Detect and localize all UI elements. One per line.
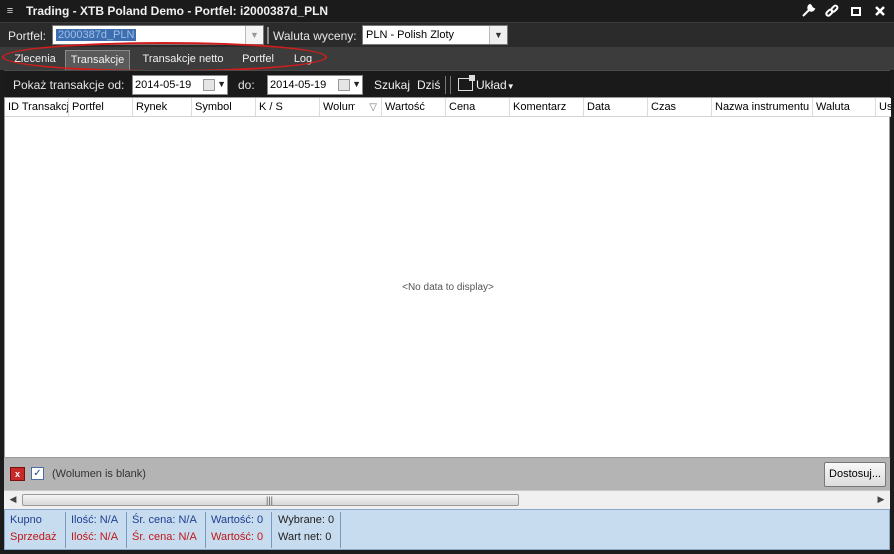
divider: [267, 27, 269, 44]
scrollbar-thumb[interactable]: |||: [22, 494, 519, 506]
divider: [445, 76, 446, 94]
date-to-input[interactable]: 2014-05-19 ▼: [267, 75, 363, 95]
chevron-down-icon[interactable]: ▼: [245, 26, 263, 44]
column-header[interactable]: Nazwa instrumentu: [712, 98, 813, 116]
search-button[interactable]: Szukaj: [374, 78, 410, 92]
sort-indicator-icon: ▽: [369, 102, 377, 113]
window-controls: [800, 3, 888, 19]
column-header[interactable]: Czas: [648, 98, 712, 116]
column-header-label: Wolumen: [323, 101, 355, 113]
chevron-down-icon[interactable]: ▼: [489, 26, 507, 44]
filter-enabled-checkbox[interactable]: ✓: [31, 467, 44, 480]
waluta-select-value: PLN - Polish Zloty: [366, 29, 455, 41]
waluta-label: Waluta wyceny:: [273, 29, 357, 43]
title-bar: ≡ Trading - XTB Poland Demo - Portfel: i…: [0, 0, 894, 22]
summary-panel: Kupno Ilość: N/A Śr. cena: N/A Wartość: …: [4, 509, 890, 550]
scroll-left-icon[interactable]: ◀: [6, 494, 20, 506]
empty-grid-message: <No data to display>: [402, 282, 494, 293]
waluta-select[interactable]: PLN - Polish Zloty ▼: [362, 25, 508, 45]
clear-filter-icon[interactable]: x: [10, 467, 25, 481]
date-to-value: 2014-05-19: [270, 79, 327, 91]
column-header[interactable]: Komentarz: [510, 98, 584, 116]
restore-icon[interactable]: [848, 3, 864, 19]
transactions-grid: ID Transakcji Portfel Rynek Symbol K / S…: [4, 97, 891, 458]
calendar-icon[interactable]: [338, 79, 350, 91]
chevron-down-icon[interactable]: ▼: [217, 79, 226, 89]
chevron-down-icon[interactable]: ▼: [352, 79, 361, 89]
window-title: Trading - XTB Poland Demo - Portfel: i20…: [26, 4, 329, 18]
buy-quantity: Ilość: N/A: [71, 514, 119, 526]
date-from-value: 2014-05-19: [135, 79, 192, 91]
sell-quantity: Ilość: N/A: [71, 531, 119, 543]
buy-label: Kupno: [10, 514, 42, 526]
buy-avg-price: Śr. cena: N/A: [132, 514, 197, 526]
filter-toolbar: Pokaż transakcje od: 2014-05-19 ▼ do: 20…: [4, 70, 890, 97]
column-header[interactable]: Data: [584, 98, 648, 116]
sell-avg-price: Śr. cena: N/A: [132, 531, 197, 543]
scroll-right-icon[interactable]: ▶: [874, 494, 888, 506]
buy-summary-row: Kupno Ilość: N/A Śr. cena: N/A Wartość: …: [5, 513, 891, 530]
tab-zlecenia[interactable]: Zlecenia: [6, 50, 64, 70]
column-header[interactable]: Symbol: [192, 98, 256, 116]
column-header[interactable]: Wartość: [382, 98, 446, 116]
close-icon[interactable]: [872, 3, 888, 19]
sell-value: Wartość: 0: [211, 531, 264, 543]
divider: [450, 76, 451, 94]
tab-transakcje-netto[interactable]: Transakcje netto: [135, 50, 231, 70]
column-header[interactable]: Us: [876, 98, 891, 116]
column-header[interactable]: Rynek: [133, 98, 192, 116]
column-header[interactable]: Cena: [446, 98, 510, 116]
column-header[interactable]: K / S: [256, 98, 320, 116]
tab-portfel[interactable]: Portfel: [235, 50, 281, 70]
portfel-label: Portfel:: [8, 29, 47, 43]
grid-header: ID Transakcji Portfel Rynek Symbol K / S…: [5, 98, 891, 117]
tab-bar: Zlecenia Transakcje Transakcje netto Por…: [0, 47, 894, 70]
grip-icon: |||: [266, 495, 274, 505]
selected-count: Wybrane: 0: [278, 514, 335, 526]
today-button[interactable]: Dziś: [417, 78, 440, 92]
portfolio-row: Portfel: 2000387d_PLN ▼ Waluta wyceny: P…: [0, 22, 894, 47]
tab-transakcje[interactable]: Transakcje: [65, 50, 130, 70]
date-from-label: Pokaż transakcje od:: [13, 78, 125, 92]
date-to-label: do:: [238, 78, 255, 92]
horizontal-scrollbar[interactable]: ◀ ||| ▶: [4, 490, 890, 509]
filter-status-bar: x ✓ (Wolumen is blank) Dostosuj...: [4, 458, 890, 490]
buy-value: Wartość: 0: [211, 514, 264, 526]
portfel-select[interactable]: 2000387d_PLN ▼: [52, 25, 264, 45]
calendar-icon[interactable]: [203, 79, 215, 91]
sell-label: Sprzedaż: [10, 531, 57, 543]
customize-button[interactable]: Dostosuj...: [824, 462, 886, 487]
column-header[interactable]: Waluta: [813, 98, 876, 116]
column-header[interactable]: Wolumen ▽: [320, 98, 382, 116]
layout-icon[interactable]: [458, 75, 475, 91]
wrench-icon[interactable]: [800, 3, 816, 19]
layout-button[interactable]: Układ▼: [476, 78, 515, 92]
link-icon[interactable]: [824, 3, 840, 19]
net-value: Wart net: 0: [278, 531, 332, 543]
column-header[interactable]: Portfel: [69, 98, 133, 116]
tab-log[interactable]: Log: [286, 50, 320, 70]
sell-summary-row: Sprzedaż Ilość: N/A Śr. cena: N/A Wartoś…: [5, 530, 891, 547]
date-from-input[interactable]: 2014-05-19 ▼: [132, 75, 228, 95]
filter-text[interactable]: (Wolumen is blank): [52, 468, 146, 480]
window-menu-icon[interactable]: ≡: [0, 5, 20, 17]
portfel-select-value: 2000387d_PLN: [56, 29, 137, 41]
column-header[interactable]: ID Transakcji: [5, 98, 69, 116]
